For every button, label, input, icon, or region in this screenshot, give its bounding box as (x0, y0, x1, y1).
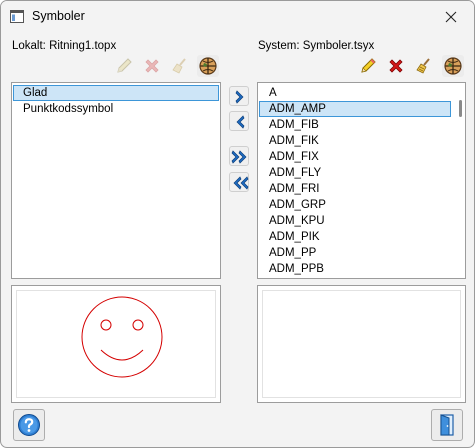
delete-x-icon (145, 59, 159, 73)
symboler-dialog: Symboler Lokalt: Ritning1.topx System: S… (0, 0, 475, 448)
system-symbol-list[interactable]: A ADM_AMP ADM_FIB ADM_FIK ADM_FIX ADM_FL… (257, 82, 466, 279)
pencil-icon (117, 58, 132, 73)
list-item-system-11[interactable]: ADM_PPB (259, 261, 451, 277)
list-item-system-5[interactable]: ADM_FLY (259, 165, 451, 181)
list-item-system-3[interactable]: ADM_FIK (259, 133, 451, 149)
double-arrow-right-icon (231, 150, 247, 164)
close-button[interactable] (428, 1, 474, 33)
local-symbol-list[interactable]: Glad Punktkodssymbol (11, 82, 221, 279)
system-globe-button[interactable] (442, 55, 464, 77)
pencil-icon (361, 58, 376, 73)
help-button[interactable] (13, 409, 45, 441)
list-item-system-8[interactable]: ADM_KPU (259, 213, 451, 229)
list-item-system-4[interactable]: ADM_FIX (259, 149, 451, 165)
local-globe-button[interactable] (197, 55, 219, 77)
preview-canvas (262, 290, 461, 398)
system-delete-button[interactable] (385, 55, 407, 77)
list-item-system-1[interactable]: ADM_AMP (259, 101, 451, 117)
broom-icon (416, 58, 430, 74)
list-item-system-2[interactable]: ADM_FIB (259, 117, 451, 133)
preview-canvas (16, 290, 216, 398)
help-icon (18, 414, 40, 436)
local-symbol-preview (11, 285, 221, 403)
list-item-system-9[interactable]: ADM_PIK (259, 229, 451, 245)
copy-all-to-local-button[interactable] (229, 172, 249, 192)
local-edit-button[interactable] (113, 55, 135, 77)
list-item-local-1[interactable]: Punktkodssymbol (13, 101, 219, 117)
exit-button[interactable] (431, 409, 463, 441)
list-item-system-10[interactable]: ADM_PP (259, 245, 451, 261)
double-arrow-left-icon (233, 176, 249, 190)
delete-x-icon (389, 59, 403, 73)
local-delete-button[interactable] (141, 55, 163, 77)
close-icon (445, 11, 457, 23)
local-clean-button[interactable] (169, 55, 191, 77)
title-bar: Symboler (1, 1, 474, 33)
system-file-label: System: Symboler.tsyx (258, 40, 375, 52)
system-symbol-preview (257, 285, 466, 403)
arrow-left-icon (236, 115, 245, 129)
list-item-system-6[interactable]: ADM_FRI (259, 181, 451, 197)
copy-to-local-button[interactable] (229, 111, 249, 131)
smiley-face-icon (81, 296, 163, 378)
local-file-label: Lokalt: Ritning1.topx (12, 40, 117, 52)
arrow-right-icon (235, 90, 244, 104)
list-item-system-0[interactable]: A (259, 85, 451, 101)
globe-icon (199, 57, 217, 75)
window-title: Symboler (32, 9, 85, 23)
list-item-local-0[interactable]: Glad (13, 85, 219, 101)
app-window-icon (10, 10, 24, 23)
broom-icon (172, 58, 186, 74)
system-edit-button[interactable] (357, 55, 379, 77)
list-item-system-7[interactable]: ADM_GRP (259, 197, 451, 213)
globe-icon (444, 57, 462, 75)
scrollbar-thumb[interactable] (459, 100, 462, 117)
copy-all-to-system-button[interactable] (229, 146, 249, 166)
copy-to-system-button[interactable] (229, 86, 249, 106)
exit-door-icon (440, 414, 454, 436)
system-clean-button[interactable] (413, 55, 435, 77)
